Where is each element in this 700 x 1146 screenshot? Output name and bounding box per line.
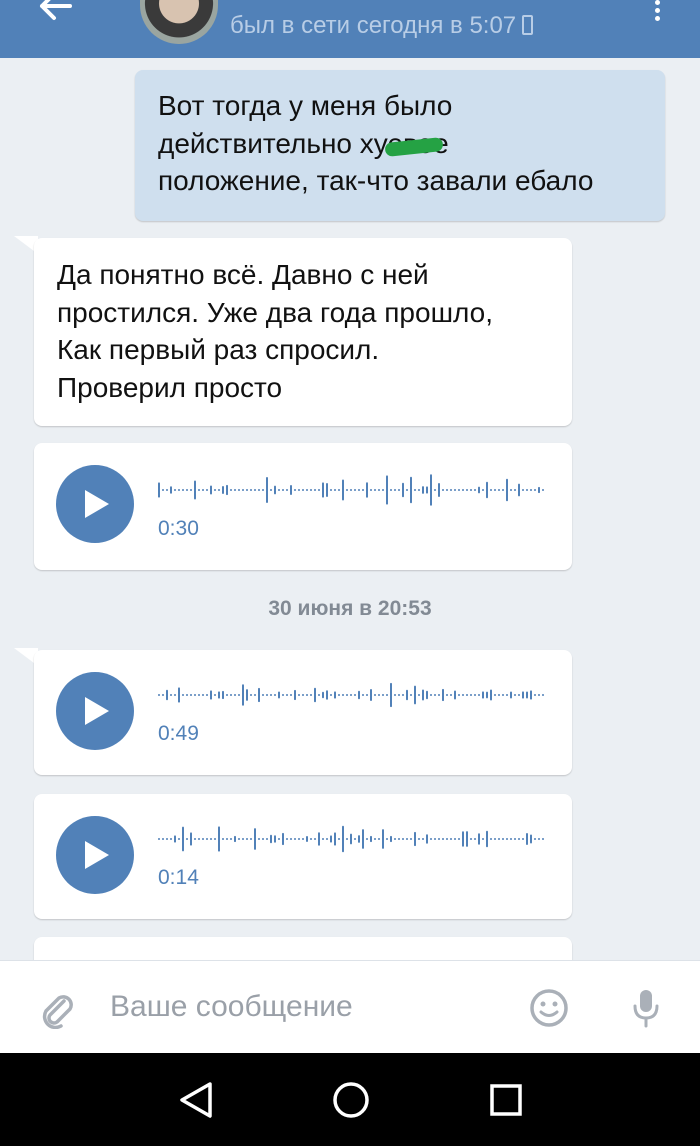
avatar[interactable] (140, 0, 218, 44)
mic-icon[interactable] (630, 988, 662, 1028)
attach-icon[interactable] (36, 989, 76, 1029)
voice-message: 0:30 (34, 443, 572, 570)
nav-home-icon[interactable] (332, 1081, 370, 1119)
message-input-bar (0, 960, 700, 1053)
emoji-icon[interactable] (529, 988, 569, 1028)
back-arrow-icon[interactable] (34, 0, 74, 34)
voice-duration: 0:49 (158, 722, 199, 745)
incoming-message[interactable]: Да понятно всё. Давно с ней простился. У… (34, 238, 572, 426)
voice-message: 0:14 (34, 794, 572, 919)
message-line: Проверил просто (57, 371, 283, 403)
play-button[interactable] (56, 672, 134, 750)
play-button[interactable] (56, 816, 134, 894)
android-nav-bar (0, 1053, 700, 1146)
online-status-text: был в сети сегодня в 5:07 (230, 12, 517, 39)
voice-duration: 0:30 (158, 517, 199, 540)
waveform[interactable] (158, 819, 548, 859)
play-icon (85, 697, 109, 725)
chat-header: был в сети сегодня в 5:07 (0, 0, 700, 58)
voice-duration: 0:14 (158, 866, 199, 889)
online-status: был в сети сегодня в 5:07 (230, 12, 534, 40)
message-line: простился. Уже два года прошло, (57, 296, 494, 328)
phone-icon (522, 15, 534, 35)
date-separator: 30 июня в 20:53 (268, 597, 432, 620)
waveform[interactable] (158, 675, 548, 715)
more-icon[interactable] (650, 0, 664, 22)
message-line: Как первый раз спросил. (57, 334, 380, 365)
message-line: положение, так-что завали ебало (158, 165, 594, 196)
play-icon (85, 841, 109, 869)
play-button[interactable] (56, 465, 134, 543)
message-line: Да понятно всё. Давно с ней (57, 259, 429, 290)
voice-message: 0:49 (34, 650, 572, 775)
message-input[interactable] (110, 987, 510, 1027)
nav-back-icon[interactable] (178, 1081, 214, 1119)
outgoing-message[interactable]: Вот тогда у меня было действительно хуев… (135, 70, 665, 221)
nav-recent-icon[interactable] (490, 1084, 522, 1116)
waveform[interactable] (158, 470, 548, 510)
message-line: Вот тогда у меня было (158, 90, 453, 121)
play-icon (85, 490, 109, 518)
